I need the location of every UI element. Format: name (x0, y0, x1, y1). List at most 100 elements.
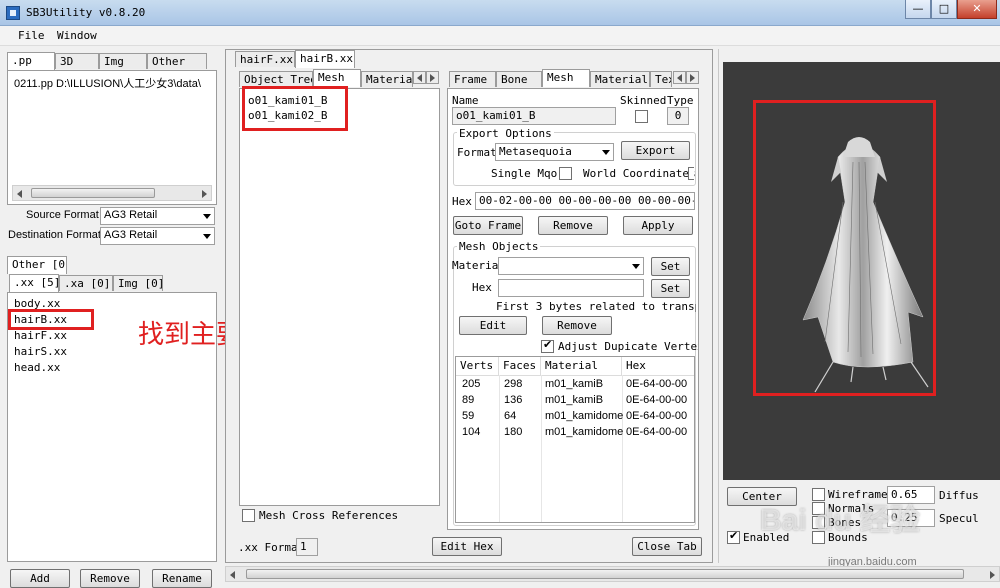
name-field[interactable]: o01_kami01_B (452, 107, 616, 125)
export-format-label: Format (457, 146, 497, 159)
hex2-field[interactable] (498, 279, 644, 297)
type-label: Type (667, 94, 694, 107)
tab-img-count[interactable]: Img [0] (113, 275, 163, 291)
add-button[interactable]: Add (10, 569, 70, 588)
remove-file-button[interactable]: Remove (80, 569, 140, 588)
chevron-down-icon (203, 214, 211, 219)
tab-material[interactable]: Material (590, 71, 650, 87)
pp-list-hscrollbar[interactable] (12, 185, 212, 201)
tab-bone[interactable]: Bone (496, 71, 542, 87)
set-material-button[interactable]: Set (651, 257, 690, 276)
list-item[interactable]: hairS.xx (14, 345, 67, 358)
list-item[interactable]: hairF.xx (14, 329, 67, 342)
table-row[interactable]: 205 298 m01_kamiB 0E-64-00-00 (456, 378, 694, 394)
remove-mesh-button[interactable]: Remove (538, 216, 608, 235)
col-hex[interactable]: Hex (622, 357, 694, 375)
hex2-label: Hex (472, 281, 492, 294)
specular-label: Specul (939, 512, 979, 525)
watermark-logo: Bai du 经验 (760, 504, 921, 537)
highlight-mesh-list (242, 86, 348, 131)
table-row[interactable]: 104 180 m01_kamidome 0E-64-00-00 (456, 426, 694, 442)
edit-hex-button[interactable]: Edit Hex (432, 537, 502, 556)
hex-label: Hex (452, 195, 472, 208)
single-mqo-label: Single Mqo (491, 167, 558, 180)
window-title: SB3Utility v0.8.20 (26, 6, 146, 19)
pp-file-item[interactable]: 0211.pp D:\ILLUSION\人工少女3\data\ (14, 75, 214, 91)
source-format-select[interactable]: AG3 Retail (100, 207, 215, 225)
adjust-vertex-checkbox[interactable] (541, 338, 554, 353)
material-label: Materia (452, 259, 499, 272)
close-tab-button[interactable]: Close Tab (632, 537, 702, 556)
table-row[interactable]: 59 64 m01_kamidome 0E-64-00-00 (456, 410, 694, 426)
doc-tab-hairf[interactable]: hairF.xx (235, 51, 295, 67)
mesh-cross-checkbox[interactable] (242, 509, 255, 522)
chevron-down-icon (632, 264, 640, 269)
hex-field[interactable]: 00-02-00-00 00-00-00-00 00-00-00-00 0 (475, 192, 695, 210)
export-button[interactable]: Export (621, 141, 690, 160)
highlight-hairb (8, 309, 94, 330)
mesh-objects-table[interactable]: Verts Faces Material Hex 205 298 m01_kam… (455, 356, 695, 523)
destination-format-label: Destination Format (8, 229, 101, 241)
single-mqo-checkbox[interactable] (559, 167, 572, 180)
tab-scroll-right-icon[interactable] (426, 71, 439, 84)
table-row[interactable]: 89 136 m01_kamiB 0E-64-00-00 (456, 394, 694, 410)
tab-mesh[interactable]: Mesh (542, 69, 590, 87)
tab-xa[interactable]: .xa [0] (59, 275, 113, 291)
list-item[interactable]: head.xx (14, 361, 60, 374)
pp-file-list[interactable]: 0211.pp D:\ILLUSION\人工少女3\data\ (7, 70, 217, 205)
mesh-cross-label: Mesh Cross References (259, 509, 399, 522)
tab-img[interactable]: Img (99, 53, 147, 69)
col-faces[interactable]: Faces (499, 357, 541, 375)
tab-texture[interactable]: Tex (650, 71, 672, 87)
tab-materials-list[interactable]: Materia (361, 71, 413, 87)
tab-3d[interactable]: 3D (55, 53, 99, 69)
enabled-checkbox[interactable] (727, 529, 740, 544)
tab-object-tree[interactable]: Object Tree (239, 71, 313, 87)
highlight-model (753, 100, 936, 396)
apply-button[interactable]: Apply (623, 216, 693, 235)
rename-button[interactable]: Rename (152, 569, 212, 588)
menu-window[interactable]: Window (57, 29, 97, 42)
format-value: 1 (296, 538, 318, 556)
world-coords-label: World Coordinates (583, 167, 696, 180)
source-format-label: Source Format (26, 209, 99, 221)
menu-file[interactable]: File (18, 29, 45, 42)
main-hscrollbar[interactable] (225, 566, 1000, 582)
table-rows: 205 298 m01_kamiB 0E-64-00-00 89 136 m01… (456, 378, 694, 442)
tab-scroll-left-icon[interactable] (413, 71, 426, 84)
remove-object-button[interactable]: Remove (542, 316, 612, 335)
destination-format-select[interactable]: AG3 Retail (100, 227, 215, 245)
type-field: 0 (667, 107, 689, 125)
tab-other-count[interactable]: Other [0] (7, 256, 67, 274)
mesh-objects-title: Mesh Objects (457, 240, 541, 253)
world-coords-checkbox[interactable] (688, 167, 694, 180)
tab-frame[interactable]: Frame (449, 71, 496, 87)
menu-bar: File Window (0, 26, 1000, 46)
chevron-down-icon (602, 150, 610, 155)
export-options-title: Export Options (457, 127, 554, 140)
edit-button[interactable]: Edit (459, 316, 527, 335)
set-hex-button[interactable]: Set (651, 279, 690, 298)
tab-mesh-list[interactable]: Mesh (313, 69, 361, 87)
doc-tab-hairb[interactable]: hairB.xx (295, 50, 355, 68)
skinned-checkbox[interactable] (635, 110, 648, 123)
tab-pp[interactable]: .pp (7, 52, 55, 70)
tab-other[interactable]: Other (147, 53, 207, 69)
col-verts[interactable]: Verts (456, 357, 499, 375)
diffuse-label: Diffus (939, 489, 979, 502)
tab-xx[interactable]: .xx [5] (9, 274, 59, 292)
tab-scroll-right-icon[interactable] (686, 71, 699, 84)
mesh-name-list[interactable]: o01_kami01_B o01_kami02_B (239, 88, 440, 506)
maximize-button[interactable]: □ (931, 0, 957, 19)
close-button[interactable]: ✕ (957, 0, 997, 19)
skinned-label: Skinned (620, 94, 667, 107)
material-select[interactable] (498, 257, 644, 275)
title-bar: SB3Utility v0.8.20 (0, 0, 1000, 26)
goto-frame-button[interactable]: Goto Frame (453, 216, 523, 235)
minimize-button[interactable]: — (905, 0, 931, 19)
col-material[interactable]: Material (541, 357, 622, 375)
format-label: .xx Format (238, 541, 305, 554)
export-format-select[interactable]: Metasequoia (495, 143, 614, 161)
chevron-down-icon (203, 234, 211, 239)
tab-scroll-left-icon[interactable] (673, 71, 686, 84)
